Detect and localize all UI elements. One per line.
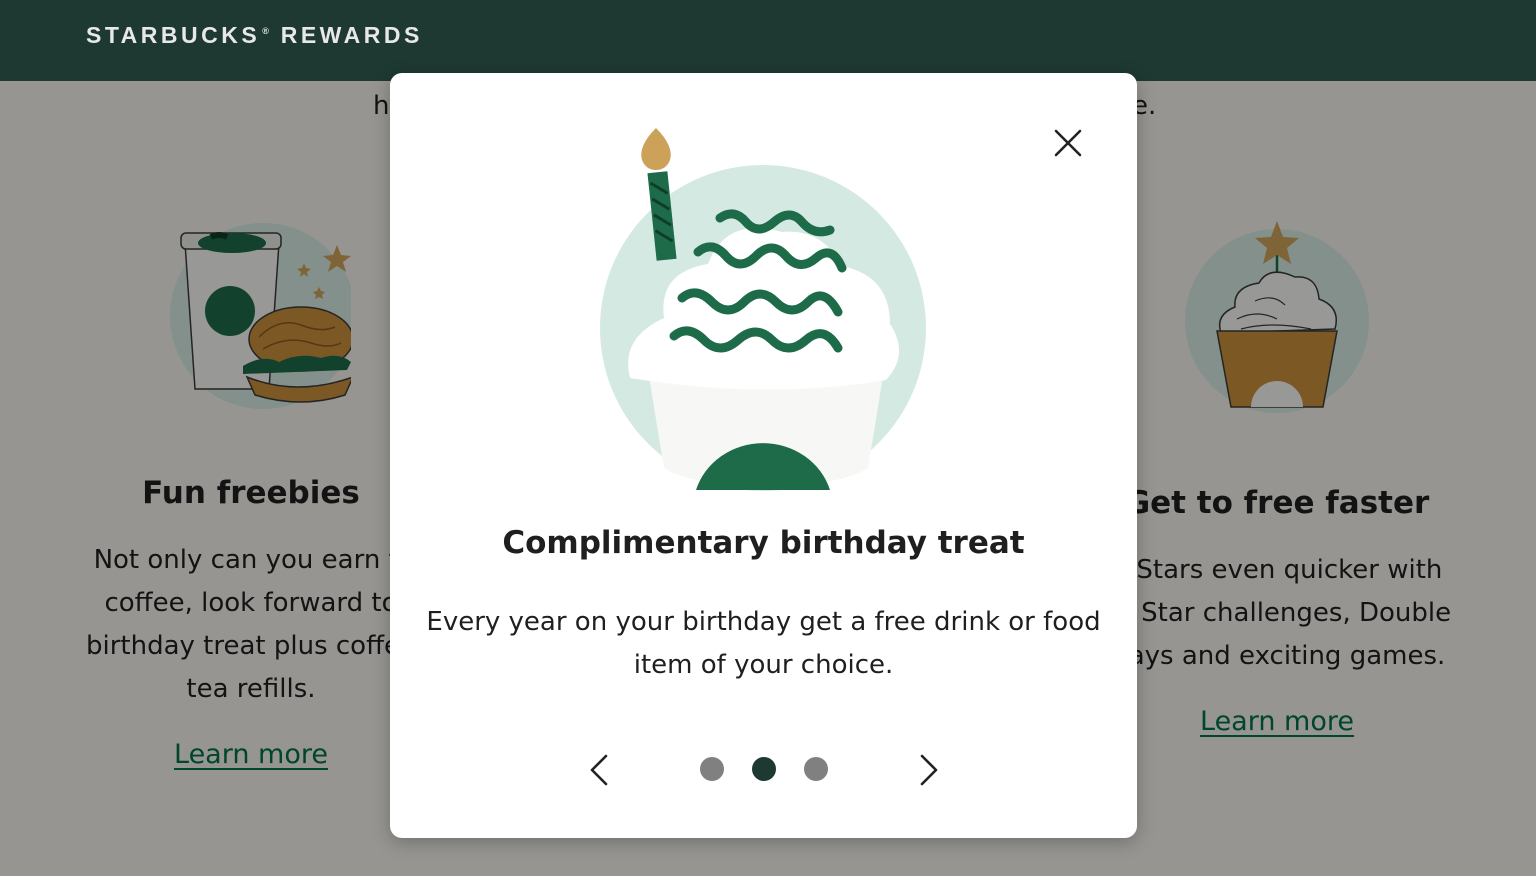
brand-main: STARBUCKS [86,22,261,48]
carousel-prev-button[interactable] [578,748,622,792]
birthday-cupcake-candle-icon [600,128,926,491]
brand-suffix: REWARDS [280,22,423,48]
carousel-dot-2[interactable] [752,757,776,781]
chevron-right-icon [920,754,938,786]
chevron-left-icon [590,754,608,786]
carousel-dot-3[interactable] [804,757,828,781]
top-nav-bar: STARBUCKS ® REWARDS [0,0,1536,81]
carousel-next-button[interactable] [906,748,950,792]
brand-reg-mark: ® [262,26,269,36]
close-icon [1054,129,1082,157]
brand-logo-text[interactable]: STARBUCKS ® REWARDS [86,22,423,49]
close-button[interactable] [1046,121,1090,165]
carousel-pagination-dots [700,757,828,781]
modal-title: Complimentary birthday treat [502,525,1025,561]
birthday-treat-modal: Complimentary birthday treat Every year … [390,73,1137,838]
modal-body-text: Every year on your birthday get a free d… [426,607,1101,680]
carousel-dot-1[interactable] [700,757,724,781]
